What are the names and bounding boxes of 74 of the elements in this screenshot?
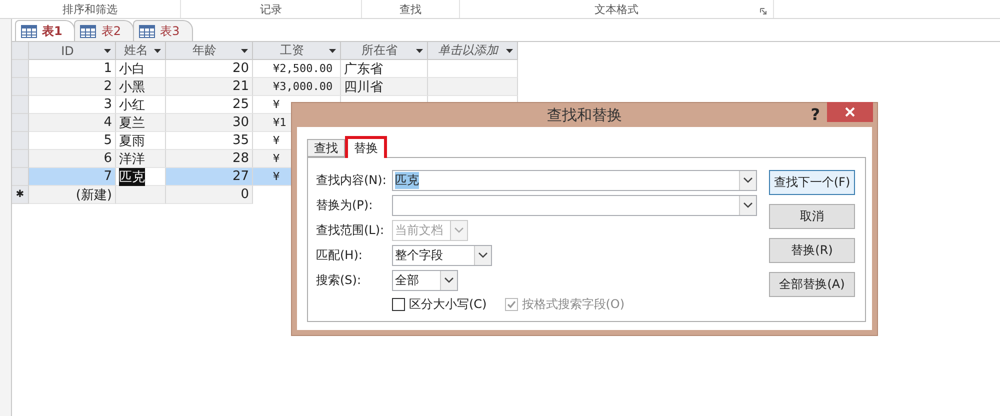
- document-tab[interactable]: 表2: [74, 20, 134, 41]
- field-label: 查找范围(L):: [316, 222, 386, 239]
- dialog-tab[interactable]: 替换: [345, 136, 387, 158]
- table-cell: 30: [166, 114, 253, 132]
- dialog-button[interactable]: 替换(R): [769, 238, 855, 263]
- combo-box[interactable]: 整个字段: [392, 245, 492, 266]
- document-tab[interactable]: 表1: [15, 20, 76, 41]
- table-cell: 1: [29, 60, 116, 78]
- table-cell: (新建): [29, 186, 116, 204]
- checkbox-label: 区分大小写(C): [409, 296, 487, 312]
- table-cell: 6: [29, 150, 116, 168]
- table-icon: [21, 24, 37, 38]
- table-cell: 广东省: [341, 60, 428, 78]
- dialog-title: 查找和替换: [547, 106, 622, 124]
- column-header[interactable]: 单击以添加: [428, 42, 518, 60]
- ribbon-group-label: 文本格式: [594, 2, 638, 16]
- table-icon: [139, 24, 155, 38]
- close-icon: [845, 107, 855, 117]
- table-cell: 夏兰: [116, 114, 166, 132]
- dialog-button[interactable]: 全部替换(A): [769, 272, 855, 297]
- help-button[interactable]: ?: [810, 105, 820, 124]
- table-cell: 35: [166, 132, 253, 150]
- dropdown-arrow-icon[interactable]: [416, 48, 423, 52]
- document-tab[interactable]: 表3: [133, 20, 193, 41]
- table-cell: 3: [29, 96, 116, 114]
- table-cell: 7: [29, 168, 116, 186]
- field-label: 匹配(H):: [316, 247, 364, 264]
- column-header[interactable]: 工资: [253, 42, 341, 60]
- table-cell: 2: [29, 78, 116, 96]
- table-cell: 5: [29, 132, 116, 150]
- table-icon: [80, 24, 96, 38]
- table-cell: 25: [166, 96, 253, 114]
- dialog-button[interactable]: 查找下一个(F): [769, 170, 855, 195]
- new-row-marker: ✱: [12, 186, 29, 204]
- combo-box[interactable]: [392, 195, 757, 216]
- table-cell: 小黑: [116, 78, 166, 96]
- table-cell: 洋洋: [116, 150, 166, 168]
- table-cell: 小红: [116, 96, 166, 114]
- dropdown-arrow-icon[interactable]: [154, 48, 161, 52]
- column-header[interactable]: 所在省: [341, 42, 428, 60]
- combo-box[interactable]: 匹克: [392, 170, 757, 191]
- dialog-tab[interactable]: 查找: [307, 139, 345, 157]
- table-cell: ¥2,500.00: [253, 60, 341, 78]
- table-cell: 匹克: [116, 168, 166, 186]
- table-cell: 0: [166, 186, 253, 204]
- checkbox-label: 按格式搜索字段(O): [522, 296, 625, 312]
- table-cell: 27: [166, 168, 253, 186]
- ribbon-group-label: 记录: [260, 2, 282, 16]
- table-cell: 4: [29, 114, 116, 132]
- table-cell: ¥3,000.00: [253, 78, 341, 96]
- navigation-pane-strip[interactable]: [0, 19, 12, 416]
- table-cell: 28: [166, 150, 253, 168]
- column-header[interactable]: ID: [29, 42, 116, 60]
- ribbon-group-label: 查找: [400, 2, 422, 16]
- table-cell: [116, 186, 166, 204]
- combo-box[interactable]: 全部: [392, 270, 458, 291]
- column-header[interactable]: 姓名: [116, 42, 166, 60]
- checkbox[interactable]: [392, 298, 405, 310]
- close-button[interactable]: [827, 102, 873, 122]
- table-cell: 小白: [116, 60, 166, 78]
- dropdown-arrow-icon[interactable]: [104, 48, 111, 52]
- ribbon-group-label: 排序和筛选: [62, 2, 118, 16]
- table-cell: 21: [166, 78, 253, 96]
- dropdown-arrow-icon[interactable]: [329, 48, 336, 52]
- field-label: 搜索(S):: [316, 272, 362, 289]
- table-cell: 20: [166, 60, 253, 78]
- dialog-launcher-icon[interactable]: [760, 8, 767, 15]
- dropdown-arrow-icon[interactable]: [506, 48, 513, 52]
- dialog-button[interactable]: 取消: [769, 204, 855, 229]
- dropdown-arrow-icon[interactable]: [241, 48, 248, 52]
- table-cell: 夏雨: [116, 132, 166, 150]
- column-header[interactable]: 年龄: [166, 42, 253, 60]
- table-cell: 四川省: [341, 78, 428, 96]
- field-label: 替换为(P):: [316, 197, 374, 214]
